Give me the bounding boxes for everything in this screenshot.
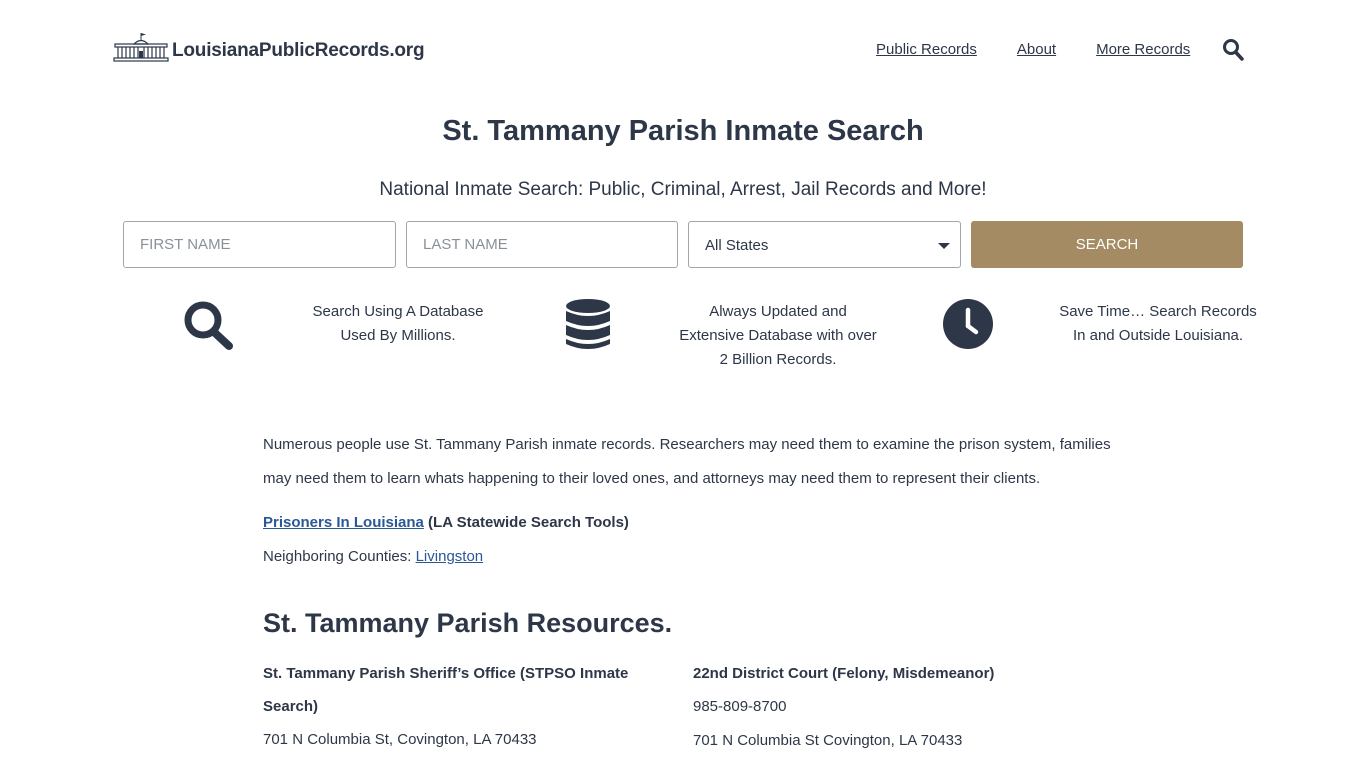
resource-title: St. Tammany Parish Sheriff’s Office (STP… — [263, 665, 629, 715]
neighboring-counties: Neighboring Counties: Livingston — [263, 545, 1113, 569]
magnifier-icon — [184, 301, 233, 350]
search-icon[interactable] — [1222, 38, 1244, 62]
main-nav: Public Records About More Records — [876, 40, 1190, 60]
logo-text: LouisianaPublicRecords.org — [172, 40, 425, 61]
search-form: All States SEARCH — [123, 221, 1243, 268]
feature-text-save-time: Save Time… Search Records In and Outside… — [1059, 303, 1257, 344]
prisoners-in-louisiana-link[interactable]: Prisoners In Louisiana — [263, 514, 424, 531]
page-title: St. Tammany Parish Inmate Search — [442, 115, 924, 147]
intro-paragraph: Numerous people use St. Tammany Parish i… — [263, 436, 1111, 487]
site-logo[interactable]: LouisianaPublicRecords.org — [113, 32, 425, 62]
page-subtitle: National Inmate Search: Public, Criminal… — [379, 179, 987, 200]
nav-public-records[interactable]: Public Records — [876, 40, 977, 60]
courthouse-icon — [113, 33, 169, 62]
state-select[interactable]: All States — [688, 221, 961, 268]
resource-district-court: 22nd District Court (Felony, Misdemeanor… — [693, 657, 1073, 758]
clock-icon — [943, 299, 993, 349]
resource-title: 22nd District Court (Felony, Misdemeanor… — [693, 665, 995, 682]
resources-title: St. Tammany Parish Resources. — [263, 608, 673, 638]
chevron-down-icon — [938, 243, 950, 249]
search-button[interactable]: SEARCH — [971, 221, 1243, 268]
statewide-tools: Prisoners In Louisiana (LA Statewide Sea… — [263, 511, 1113, 535]
resource-address: 701 N Columbia St, Covington, LA 70433 — [263, 731, 537, 748]
livingston-link[interactable]: Livingston — [416, 548, 484, 565]
state-select-value: All States — [705, 237, 769, 254]
database-icon — [566, 299, 610, 349]
resource-phone: 985-809-8700 — [693, 698, 787, 715]
feature-text-database-used: Search Using A Database Used By Millions… — [312, 303, 484, 344]
site-header: LouisianaPublicRecords.org Public Record… — [0, 0, 1366, 100]
first-name-input[interactable] — [123, 221, 396, 268]
neighboring-counties-label: Neighboring Counties: — [263, 548, 416, 565]
resource-address: 701 N Columbia St Covington, LA 70433 — [693, 732, 963, 749]
feature-text-always-updated: Always Updated and Extensive Database wi… — [679, 303, 877, 368]
last-name-input[interactable] — [406, 221, 678, 268]
resource-sheriff-office: St. Tammany Parish Sheriff’s Office (STP… — [263, 657, 643, 757]
nav-about[interactable]: About — [1017, 40, 1056, 60]
statewide-tools-label: (LA Statewide Search Tools) — [423, 514, 629, 531]
nav-more-records[interactable]: More Records — [1096, 40, 1190, 60]
